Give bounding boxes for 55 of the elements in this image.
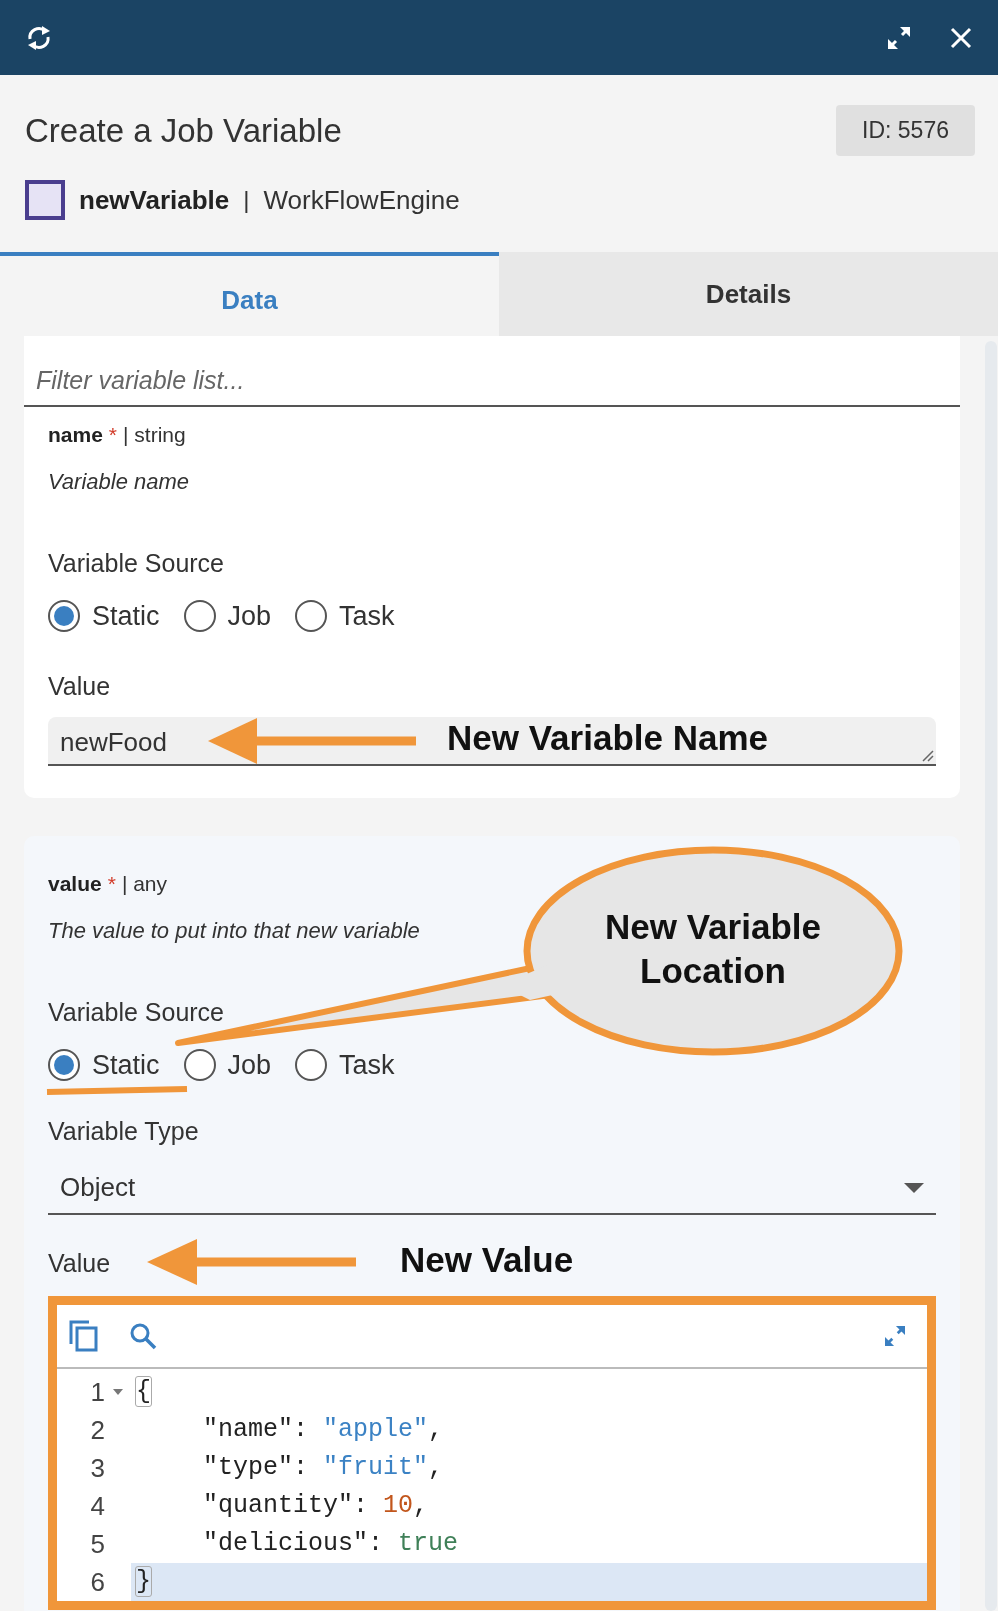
radio-label[interactable]: Task bbox=[339, 1049, 395, 1081]
radio-button[interactable] bbox=[48, 600, 80, 632]
annotation-label: New Value bbox=[400, 1240, 574, 1280]
engine-name: WorkFlowEngine bbox=[263, 184, 460, 216]
line-number: 2 bbox=[89, 1414, 105, 1447]
line-number: 1 bbox=[89, 1376, 105, 1409]
field-name: value bbox=[48, 872, 102, 896]
radio-button[interactable] bbox=[295, 600, 328, 632]
copy-icon[interactable] bbox=[69, 1320, 99, 1352]
radio-label[interactable]: Static bbox=[92, 600, 160, 632]
line-number: 5 bbox=[89, 1528, 105, 1561]
expand-icon[interactable] bbox=[885, 1326, 905, 1346]
code-line: "delicious": true bbox=[202, 1528, 460, 1560]
radio-label[interactable]: Job bbox=[227, 600, 272, 632]
radio-label[interactable]: Static bbox=[92, 1049, 160, 1081]
section-label: Value bbox=[48, 672, 111, 701]
radio-button[interactable] bbox=[295, 1049, 328, 1081]
close-icon[interactable] bbox=[950, 26, 972, 49]
tab[interactable]: Details bbox=[499, 252, 998, 336]
resize-handle-icon[interactable] bbox=[920, 748, 934, 762]
annotation-label: New Variable Location bbox=[604, 906, 822, 992]
fold-caret-icon[interactable] bbox=[113, 1389, 123, 1395]
field-type: | any bbox=[121, 872, 168, 896]
variable-name: newVariable bbox=[79, 184, 230, 216]
radio-label[interactable]: Task bbox=[339, 600, 395, 632]
dialog-title: Create a Job Variable bbox=[25, 111, 342, 150]
radio-button[interactable] bbox=[183, 600, 216, 632]
filter-field[interactable]: Filter variable list... bbox=[24, 336, 960, 407]
code-line: "quantity": 10, bbox=[202, 1490, 430, 1522]
separator: | bbox=[243, 186, 250, 214]
expand-icon[interactable] bbox=[888, 26, 910, 49]
field-description: Variable name bbox=[48, 469, 190, 495]
code-line: "type": "fruit", bbox=[202, 1452, 445, 1484]
line-number: 3 bbox=[89, 1452, 105, 1485]
section-label: Value bbox=[48, 1249, 111, 1278]
field-description: The value to put into that new variable bbox=[48, 918, 420, 944]
section-label: Variable Type bbox=[48, 1117, 199, 1146]
line-number: 4 bbox=[89, 1490, 105, 1523]
required-mark: * bbox=[108, 423, 118, 447]
field-type: | string bbox=[123, 423, 186, 447]
section-label: Variable Source bbox=[48, 549, 225, 578]
dropdown-caret-icon[interactable] bbox=[904, 1182, 924, 1193]
line-number: 6 bbox=[89, 1566, 105, 1599]
required-mark: * bbox=[107, 872, 116, 896]
radio-label[interactable]: Job bbox=[227, 1049, 272, 1081]
type-select[interactable]: Object bbox=[48, 1164, 936, 1215]
annotation-label: New Variable Name bbox=[447, 718, 768, 758]
variable-icon bbox=[25, 180, 65, 220]
id-badge: ID: 5576 bbox=[836, 105, 975, 156]
code-line: "name": "apple", bbox=[202, 1414, 445, 1446]
radio-button[interactable] bbox=[183, 1049, 216, 1081]
section-label: Variable Source bbox=[48, 998, 225, 1027]
radio-button[interactable] bbox=[48, 1049, 80, 1081]
search-icon[interactable] bbox=[129, 1322, 157, 1350]
field-name: name bbox=[48, 423, 103, 447]
